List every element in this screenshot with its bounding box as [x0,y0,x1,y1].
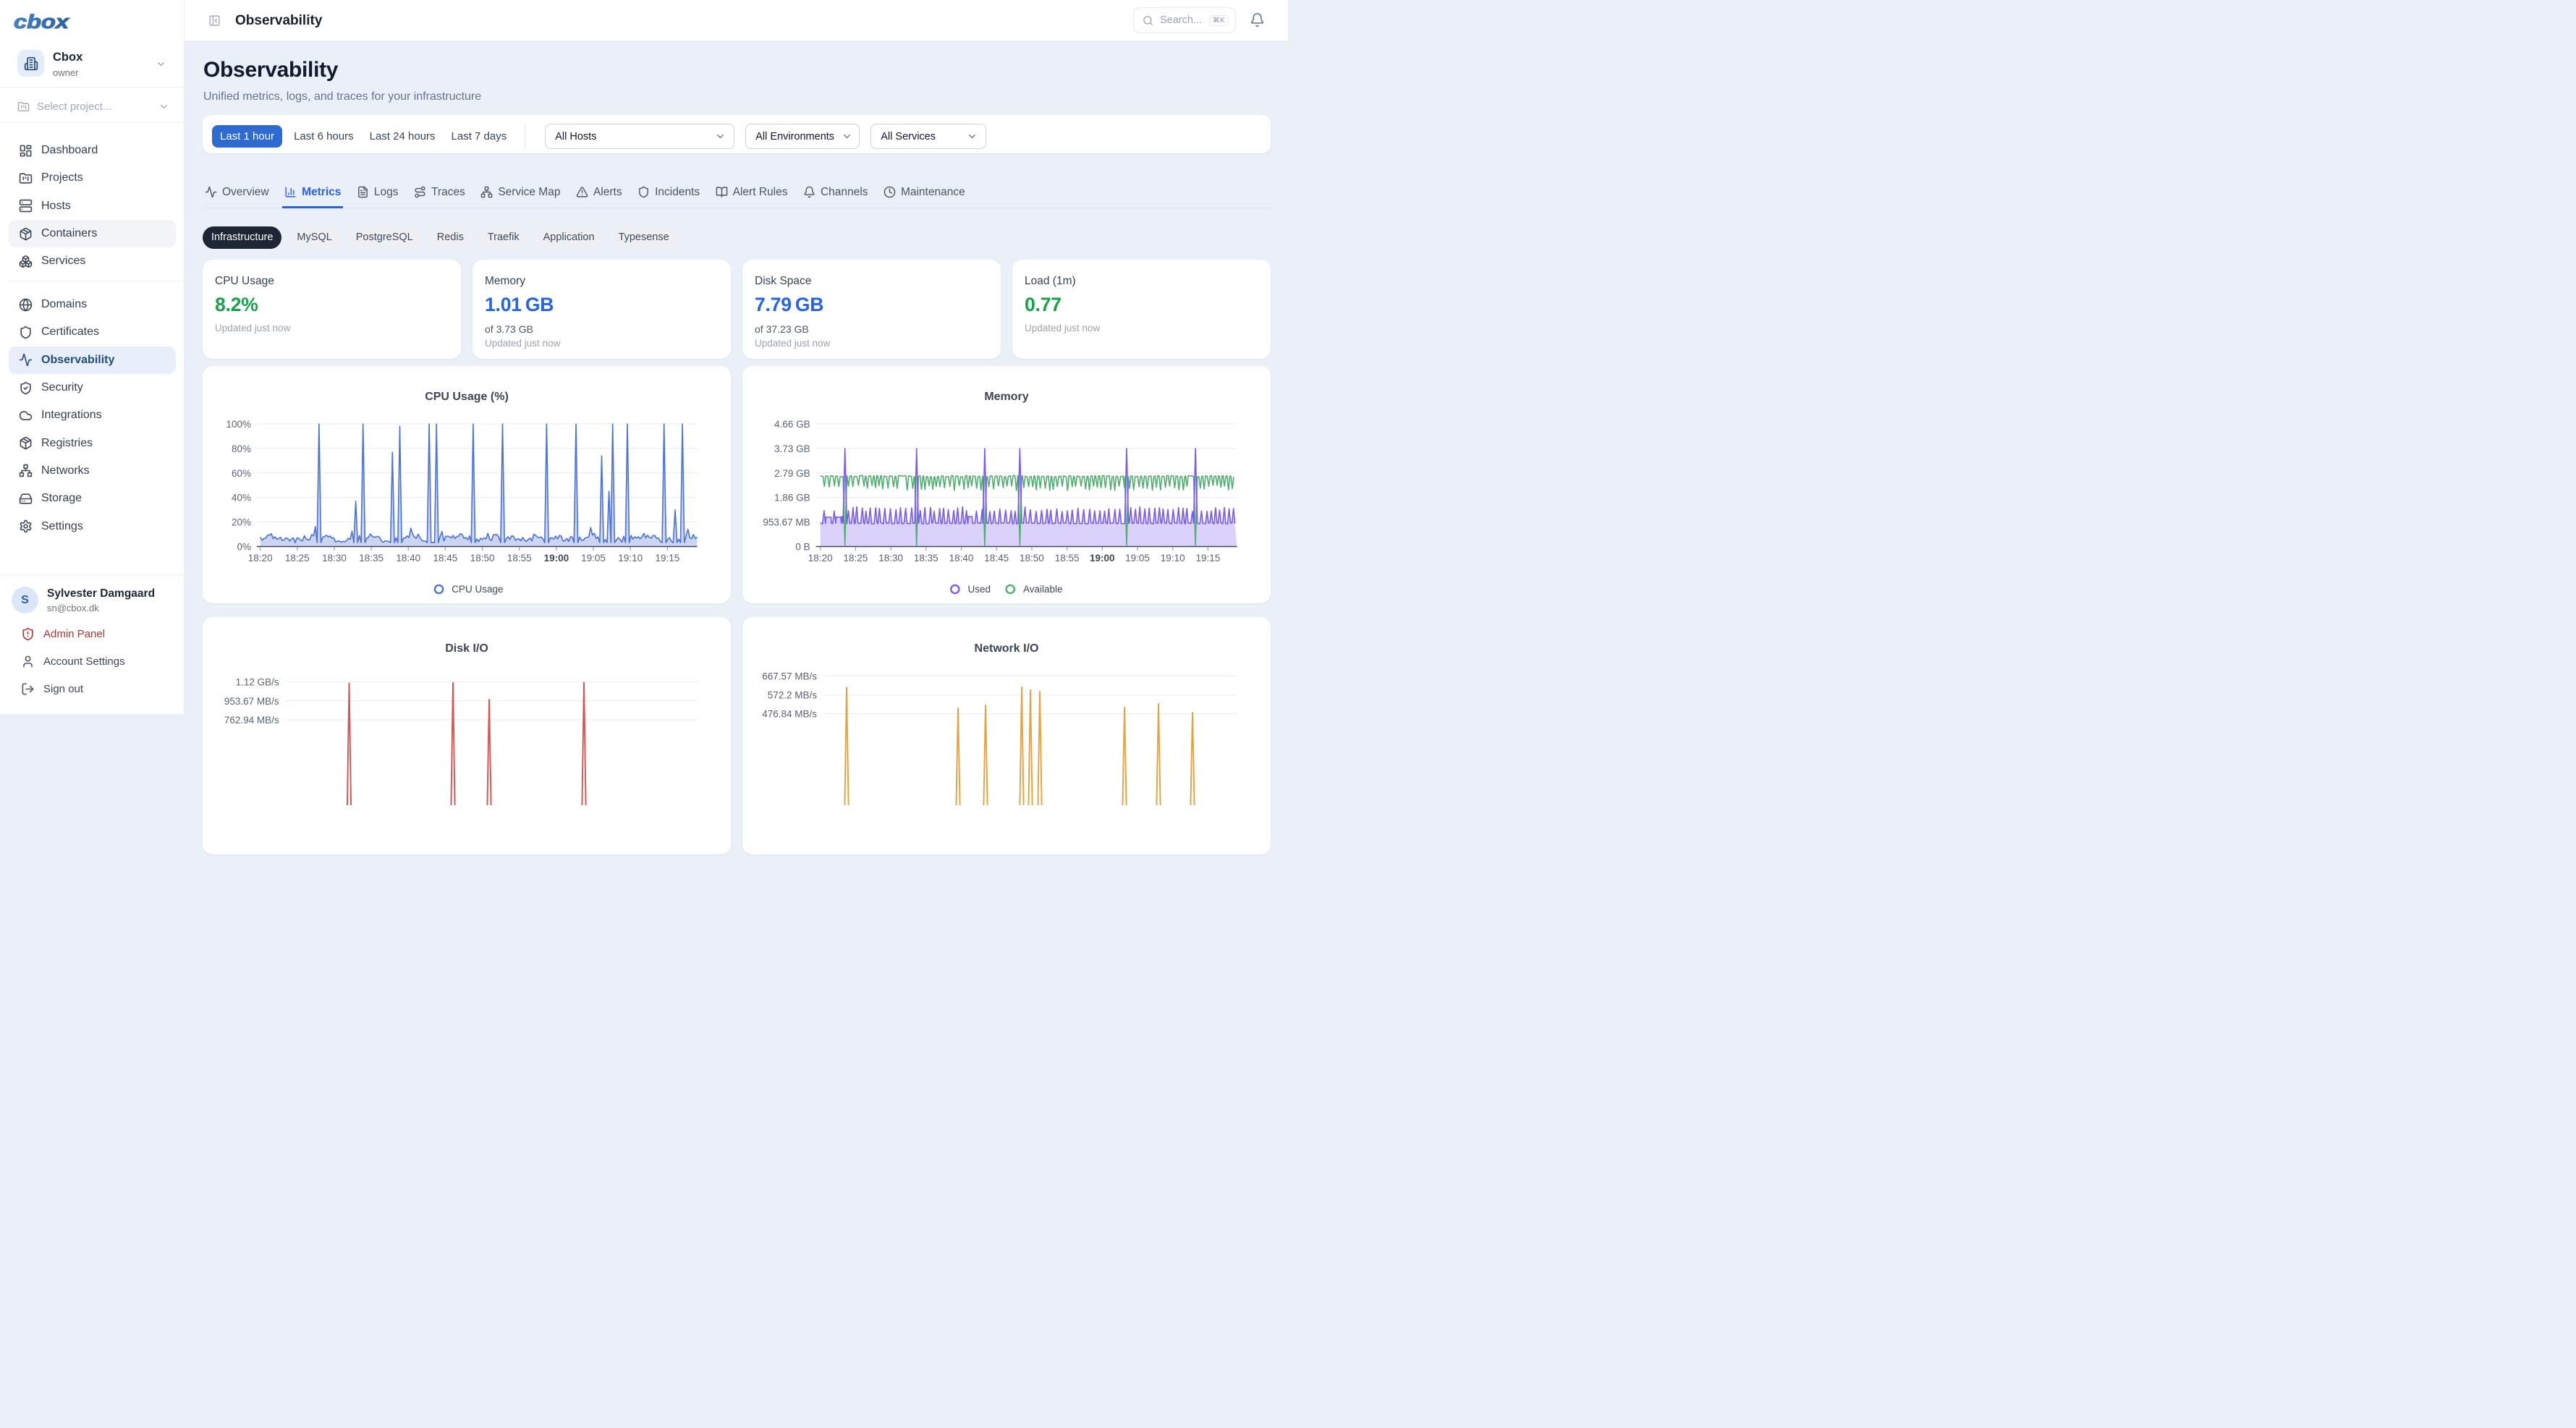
svg-text:Available: Available [1023,584,1063,595]
svg-text:19:00: 19:00 [544,553,569,564]
svg-text:18:50: 18:50 [470,553,495,564]
svg-text:Memory: Memory [984,391,1028,403]
svg-text:0%: 0% [237,542,251,553]
svg-text:CPU Usage (%): CPU Usage (%) [425,391,509,403]
svg-text:18:45: 18:45 [984,553,1009,564]
svg-text:18:55: 18:55 [507,553,532,564]
svg-text:2.79 GB: 2.79 GB [774,468,810,479]
svg-text:953.67 MB: 953.67 MB [763,517,810,528]
svg-text:18:40: 18:40 [949,553,974,564]
svg-text:CPU Usage: CPU Usage [452,584,503,595]
svg-text:20%: 20% [232,517,251,528]
svg-text:Used: Used [968,584,991,595]
svg-text:19:10: 19:10 [618,553,643,564]
svg-text:18:35: 18:35 [359,553,384,564]
svg-text:40%: 40% [232,493,251,503]
svg-text:18:55: 18:55 [1055,553,1080,564]
svg-text:18:50: 18:50 [1020,553,1044,564]
svg-text:572.2 MB/s: 572.2 MB/s [768,690,818,701]
svg-text:1.12 GB/s: 1.12 GB/s [236,677,279,688]
svg-text:18:30: 18:30 [322,553,347,564]
svg-text:3.73 GB: 3.73 GB [774,443,810,454]
svg-text:18:20: 18:20 [808,553,833,564]
svg-text:667.57 MB/s: 667.57 MB/s [762,671,817,681]
svg-text:60%: 60% [232,468,251,479]
svg-text:18:20: 18:20 [248,553,273,564]
svg-text:476.84 MB/s: 476.84 MB/s [762,709,817,720]
svg-text:19:00: 19:00 [1090,553,1115,564]
svg-text:1.86 GB: 1.86 GB [774,493,810,503]
svg-text:100%: 100% [226,419,251,430]
svg-text:18:30: 18:30 [878,553,903,564]
svg-text:80%: 80% [232,443,251,454]
svg-text:18:45: 18:45 [433,553,458,564]
svg-text:762.94 MB/s: 762.94 MB/s [224,715,279,726]
svg-text:19:15: 19:15 [656,553,680,564]
svg-text:19:05: 19:05 [581,553,606,564]
svg-text:19:10: 19:10 [1161,553,1185,564]
svg-text:18:40: 18:40 [396,553,420,564]
svg-text:Disk I/O: Disk I/O [445,642,488,655]
svg-text:953.67 MB/s: 953.67 MB/s [224,696,279,707]
svg-text:18:25: 18:25 [285,553,310,564]
svg-text:18:25: 18:25 [844,553,868,564]
svg-text:19:05: 19:05 [1125,553,1150,564]
svg-text:4.66 GB: 4.66 GB [774,419,810,430]
svg-text:cbox: cbox [14,12,69,32]
svg-text:19:15: 19:15 [1196,553,1221,564]
svg-text:0 B: 0 B [795,542,810,553]
svg-text:18:35: 18:35 [914,553,939,564]
svg-text:Network I/O: Network I/O [975,642,1039,655]
